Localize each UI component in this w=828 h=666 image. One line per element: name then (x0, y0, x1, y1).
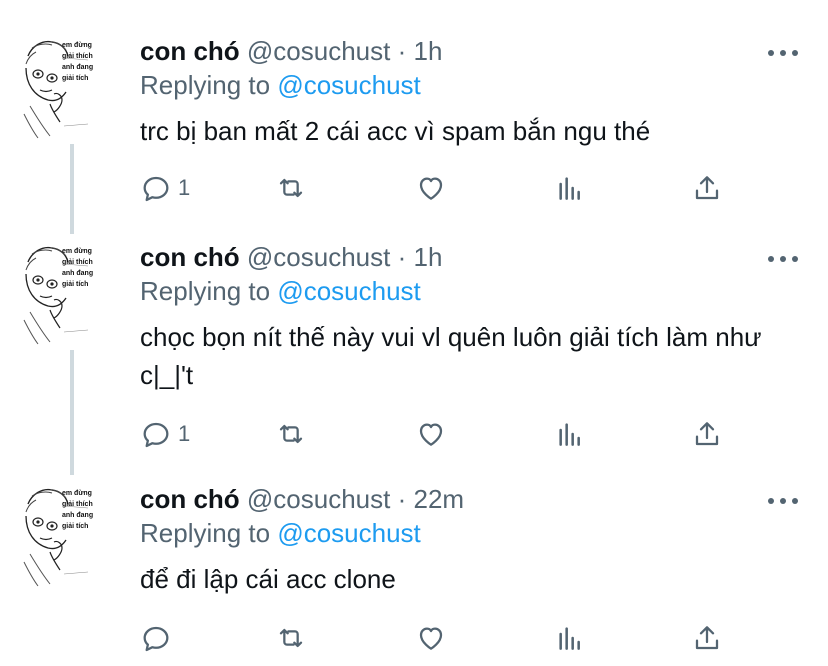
analytics-button[interactable] (554, 618, 586, 658)
avatar[interactable]: em đừng giải thích anh đang giải tích (20, 34, 94, 142)
separator-dot: · (397, 36, 407, 66)
replying-to-label: Replying to (140, 276, 271, 306)
more-icon[interactable] (768, 254, 798, 264)
share-button[interactable] (691, 414, 723, 454)
avatar[interactable]: em đừng giải thích anh đang giải tích (20, 482, 94, 590)
retweet-icon (275, 622, 307, 654)
tweet-actions: 1 (140, 168, 740, 208)
retweet-button[interactable] (275, 168, 307, 208)
tweet-text: trc bị ban mất 2 cái acc vì spam bắn ngu… (140, 116, 651, 146)
tweet-header: con chó @cosuchust · 1h (140, 240, 442, 274)
like-button[interactable] (415, 618, 447, 658)
analytics-icon (554, 622, 586, 654)
reply-button[interactable]: 1 (140, 414, 190, 454)
tweet[interactable]: em đừng giải thích anh đang giải tích co… (0, 34, 828, 234)
like-icon (415, 622, 447, 654)
reply-button[interactable] (140, 618, 178, 658)
thread-line (70, 144, 74, 234)
analytics-icon (554, 418, 586, 450)
share-button[interactable] (691, 618, 723, 658)
like-button[interactable] (415, 414, 447, 454)
retweet-button[interactable] (275, 618, 307, 658)
thread-line (70, 350, 74, 475)
tweet[interactable]: em đừng giải thích anh đang giải tích co… (0, 240, 828, 470)
analytics-icon (554, 172, 586, 204)
timestamp[interactable]: 1h (414, 242, 443, 272)
timestamp[interactable]: 22m (414, 484, 465, 514)
author-handle[interactable]: @cosuchust (247, 242, 390, 272)
reply-icon (140, 418, 172, 450)
avatar[interactable]: em đừng giải thích anh đang giải tích (20, 240, 94, 348)
share-icon (691, 418, 723, 450)
author-handle[interactable]: @cosuchust (247, 36, 390, 66)
replying-to: Replying to @cosuchust (140, 516, 421, 550)
reply-button[interactable]: 1 (140, 168, 190, 208)
replying-to: Replying to @cosuchust (140, 274, 421, 308)
author-handle[interactable]: @cosuchust (247, 484, 390, 514)
separator-dot: · (397, 484, 407, 514)
retweet-icon (275, 418, 307, 450)
author-name[interactable]: con chó (140, 484, 240, 514)
share-button[interactable] (691, 168, 723, 208)
share-icon (691, 172, 723, 204)
more-icon[interactable] (768, 496, 798, 506)
tweet-header: con chó @cosuchust · 22m (140, 482, 464, 516)
timestamp[interactable]: 1h (414, 36, 443, 66)
reply-count: 1 (178, 421, 191, 446)
share-icon (691, 622, 723, 654)
analytics-button[interactable] (554, 168, 586, 208)
analytics-button[interactable] (554, 414, 586, 454)
replying-to-handle[interactable]: @cosuchust (277, 70, 420, 100)
reply-icon (140, 622, 172, 654)
author-name[interactable]: con chó (140, 36, 240, 66)
replying-to-handle[interactable]: @cosuchust (277, 276, 420, 306)
tweet-text: để đi lập cái acc clone (140, 564, 396, 594)
like-icon (415, 172, 447, 204)
replying-to-handle[interactable]: @cosuchust (277, 518, 420, 548)
tweet-text: chọc bọn nít thế này vui vl quên luôn gi… (140, 322, 762, 390)
separator-dot: · (397, 242, 407, 272)
like-button[interactable] (415, 168, 447, 208)
like-icon (415, 418, 447, 450)
tweet-header: con chó @cosuchust · 1h (140, 34, 442, 68)
tweet-actions (140, 618, 740, 658)
avatar-caption: em đừng giải thích anh đang giải tích (62, 42, 94, 82)
tweet-actions: 1 (140, 414, 740, 454)
retweet-button[interactable] (275, 414, 307, 454)
tweet[interactable]: em đừng giải thích anh đang giải tích co… (0, 482, 828, 666)
retweet-icon (275, 172, 307, 204)
replying-to: Replying to @cosuchust (140, 68, 421, 102)
avatar-caption: em đừng giải thích anh đang giải tích (62, 248, 94, 288)
reply-count: 1 (178, 175, 191, 200)
author-name[interactable]: con chó (140, 242, 240, 272)
avatar-caption: em đừng giải thích anh đang giải tích (62, 490, 94, 530)
replying-to-label: Replying to (140, 518, 271, 548)
replying-to-label: Replying to (140, 70, 271, 100)
reply-icon (140, 172, 172, 204)
more-icon[interactable] (768, 48, 798, 58)
